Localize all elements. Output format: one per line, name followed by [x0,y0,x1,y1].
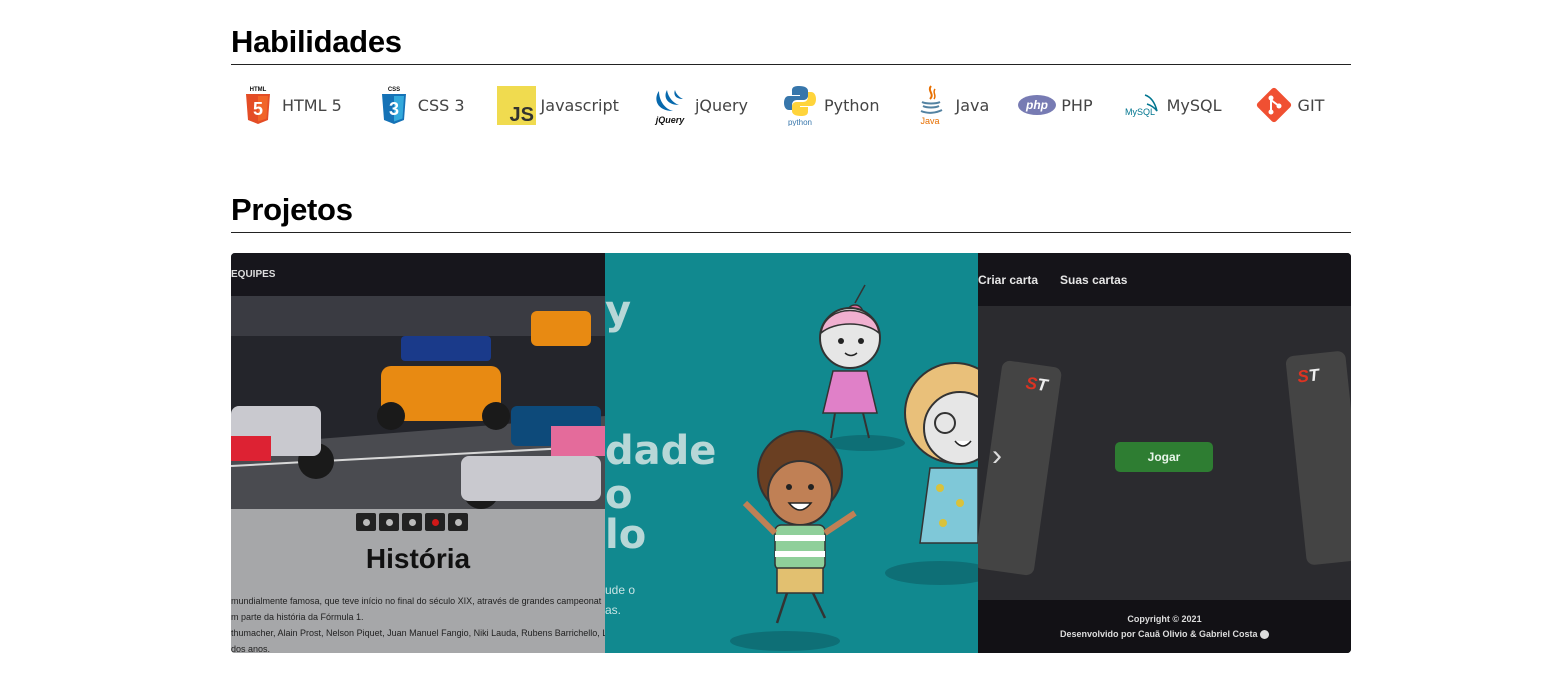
skill-label: GIT [1297,95,1325,115]
svg-text:python: python [788,118,812,126]
play-button[interactable]: Jogar [1115,442,1213,472]
text-line: mundialmente famosa, que teve início no … [231,596,602,606]
projects-divider [231,232,1351,233]
skill-php: php PHP [1015,84,1093,126]
project-card-game[interactable]: Criar carta Suas cartas ST ST › Jogar Co… [978,253,1351,653]
github-icon[interactable] [1260,630,1270,640]
svg-text:jQuery: jQuery [655,115,686,125]
text-line: m parte da história da Fórmula 1. [231,612,364,622]
kids-illustration [730,284,978,651]
project-cards-nav: Criar carta Suas cartas [978,253,1351,306]
text-line: thumacher, Alain Prost, Nelson Piquet, J… [231,628,605,638]
text-line: dos anos. [231,644,271,653]
f1-race-photo [231,296,605,509]
kids-heading-line: lo [605,512,647,558]
svg-text:JS: JS [509,104,533,125]
card-right: ST [1285,350,1351,566]
card-left: ST [978,359,1063,577]
skill-label: Python [824,95,880,115]
skill-mysql: MySQL MySQL [1121,84,1222,126]
skill-label: MySQL [1166,95,1222,115]
skill-label: PHP [1061,95,1093,115]
python-icon: python [778,84,822,126]
carousel-dot[interactable] [402,513,422,531]
skill-jquery: jQuery jQuery [649,84,748,126]
svg-text:MySQL: MySQL [1125,107,1155,117]
skills-heading: Habilidades [231,24,402,59]
kids-heading-line: y [605,288,632,334]
carousel-dot[interactable] [379,513,399,531]
mysql-icon: MySQL [1121,84,1165,126]
skills-divider [231,64,1351,65]
svg-text:3: 3 [389,99,399,119]
projects-heading: Projetos [231,192,353,227]
php-icon: php [1015,84,1059,126]
kids-heading-line: o [605,472,633,518]
f1-section-text: mundialmente famosa, que teve início no … [231,593,605,653]
kids-text-line: ude o [605,583,636,597]
card-logo: ST [1024,373,1049,396]
chevron-right-icon[interactable]: › [992,439,1002,473]
kids-heading-line: dade [605,428,717,474]
f1-section-title: História [365,543,471,574]
projects-gallery: EQUIPES História mundialmente famosa, qu… [231,253,1351,653]
carousel-dot[interactable] [356,513,376,531]
skill-label: CSS 3 [417,95,465,115]
nav-item-criar-carta[interactable]: Criar carta [978,273,1038,287]
carousel-dots [356,513,468,531]
skill-label: Java [955,95,990,115]
skill-javascript: JS Javascript [495,84,619,126]
skill-java: Java Java [909,84,989,126]
skill-label: HTML 5 [282,95,342,115]
cards-footer: Copyright © 2021 Desenvolvido por Cauã O… [978,600,1351,653]
kids-text-line: as. [605,603,622,617]
skill-label: Javascript [540,95,619,115]
skills-list: HTML 5 HTML 5 CSS 3 CSS 3 JS Javascript … [236,84,1354,126]
html5-icon: HTML 5 [236,84,280,126]
skill-python: python Python [778,84,879,126]
footer-copyright: Copyright © 2021 [1127,614,1202,624]
project-kids[interactable]: y dade o lo ude o as. [605,253,978,653]
svg-text:php: php [1025,98,1048,112]
svg-text:5: 5 [253,99,263,119]
project-f1-history[interactable]: EQUIPES História mundialmente famosa, qu… [231,253,605,653]
project-f1-nav: EQUIPES [231,253,605,296]
nav-item-suas-cartas[interactable]: Suas cartas [1060,273,1127,287]
java-icon: Java [909,84,953,126]
card-logo: ST [1296,365,1320,387]
skill-label: jQuery [694,95,749,115]
svg-text:Java: Java [921,116,940,126]
skill-git: GIT [1252,84,1325,126]
git-icon [1252,84,1296,126]
svg-text:CSS: CSS [388,87,400,93]
skill-html5: HTML 5 HTML 5 [236,84,342,126]
svg-text:HTML: HTML [250,87,267,93]
footer-credits: Desenvolvido por Cauã Olivio & Gabriel C… [978,627,1351,642]
css3-icon: CSS 3 [372,84,416,126]
jquery-icon: jQuery [649,84,693,126]
skill-css3: CSS 3 CSS 3 [372,84,465,126]
javascript-icon: JS [495,84,539,126]
carousel-dot[interactable] [448,513,468,531]
nav-item-equipes: EQUIPES [231,269,276,280]
carousel-dot-active[interactable] [425,513,445,531]
